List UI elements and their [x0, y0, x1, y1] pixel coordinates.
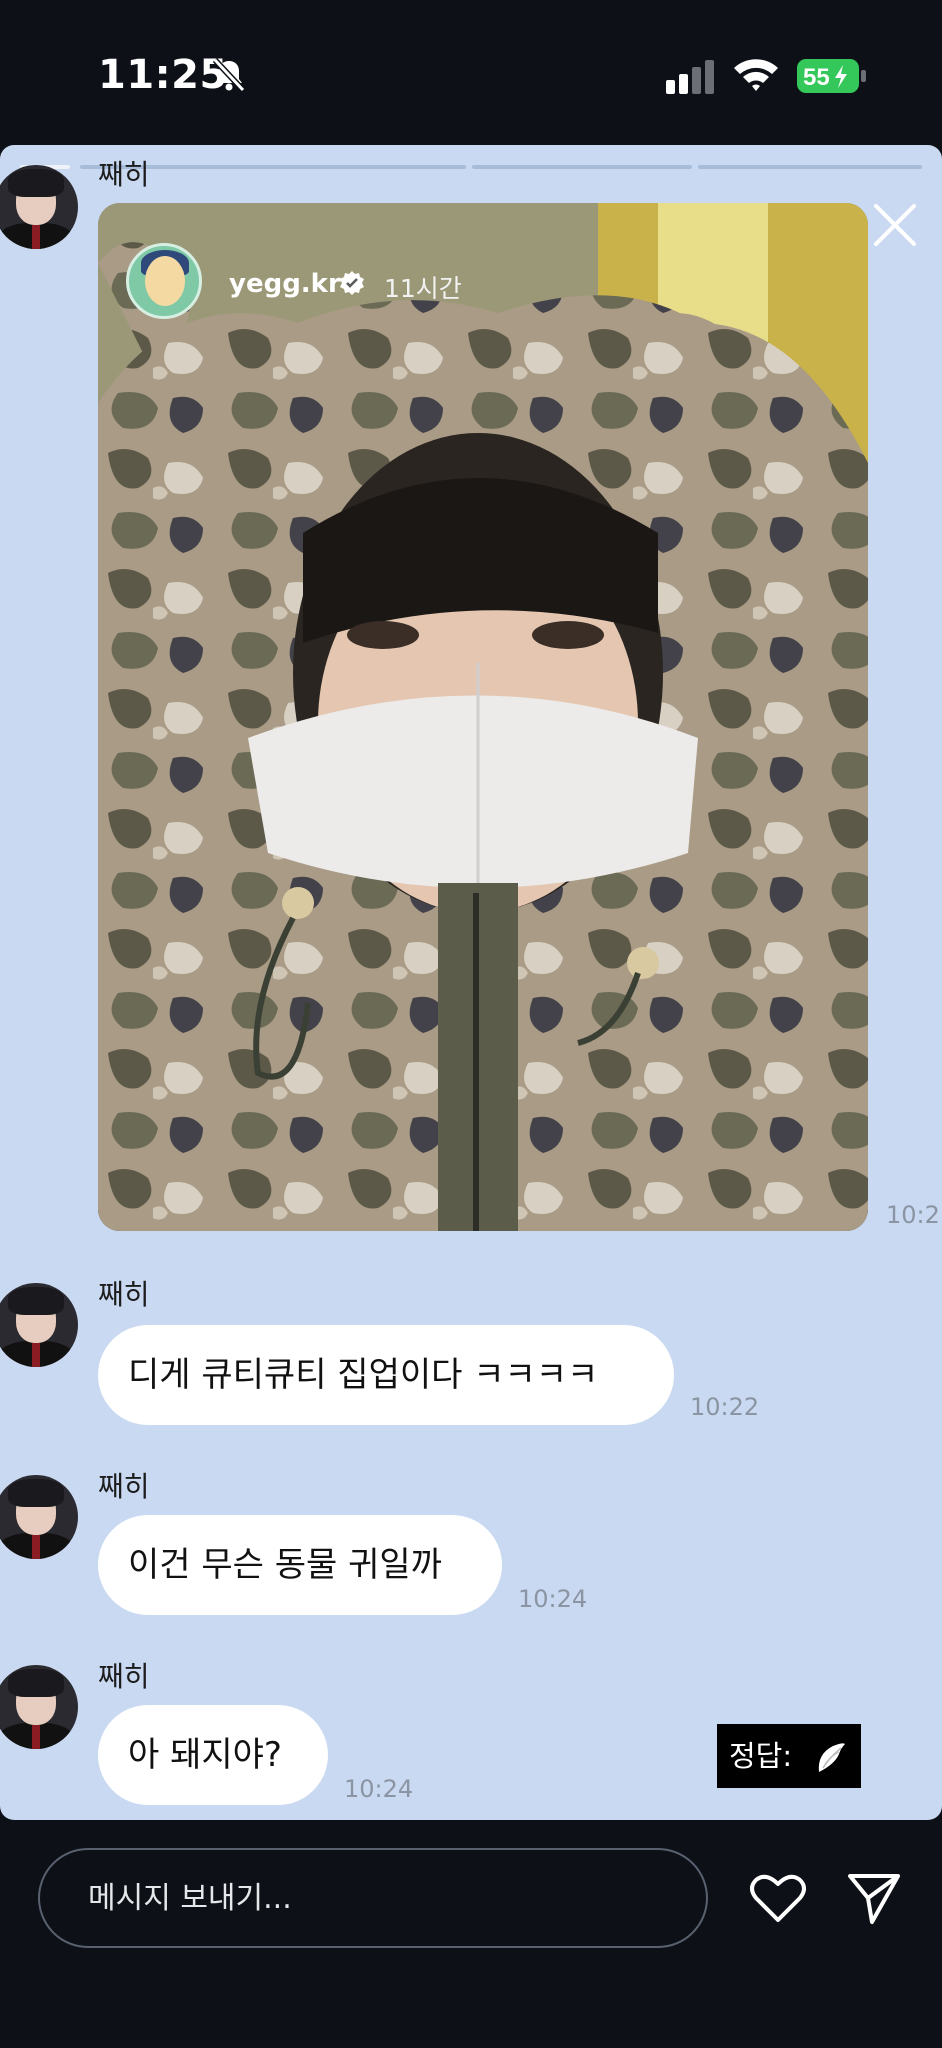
- close-icon[interactable]: [870, 200, 920, 250]
- story-progress-segment: [472, 165, 692, 169]
- story-progress-segment: [246, 165, 466, 169]
- sender-name: 째히: [98, 1278, 150, 1311]
- answer-caption: 정답:: [717, 1724, 861, 1788]
- camo-hoodie-photo: [98, 203, 868, 1231]
- heart-icon[interactable]: [750, 1872, 806, 1924]
- battery-level: 55: [803, 64, 830, 91]
- verified-badge-icon: [340, 271, 364, 295]
- message-composer: [0, 1820, 942, 2048]
- wifi-icon: [734, 59, 778, 91]
- message-bubble[interactable]: 디게 큐티큐티 집업이다 ㅋㅋㅋㅋ: [98, 1325, 674, 1425]
- story-card: 째히 yegg.kr 11시간 10:2 째히 디게 큐티큐티 집업이다 ㅋㅋㅋ…: [0, 145, 942, 1820]
- bell-slash-icon: [212, 57, 246, 93]
- message-time: 10:24: [344, 1775, 414, 1803]
- story-photo[interactable]: yegg.kr 11시간 •••: [98, 203, 868, 1231]
- story-owner-name[interactable]: yegg.kr: [229, 269, 341, 299]
- sender-avatar[interactable]: [0, 165, 78, 249]
- sender-avatar[interactable]: [0, 1283, 78, 1367]
- sender-avatar[interactable]: [0, 1665, 78, 1749]
- answer-label: 정답:: [729, 1739, 793, 1773]
- story-progress-segment: [698, 165, 922, 169]
- sender-name: 째히: [98, 1660, 150, 1693]
- message-bubble[interactable]: 아 돼지야?: [98, 1705, 328, 1805]
- dm-story-reply-screen: 11:25 55 째히 yegg.kr 11시간 10:2 째히 디게 큐티큐티…: [0, 0, 942, 2048]
- message-time: 10:2: [886, 1201, 940, 1229]
- send-icon[interactable]: [846, 1870, 902, 1926]
- status-bar: 11:25 55: [0, 0, 942, 145]
- battery-charging-icon: 55: [797, 59, 866, 93]
- message-input[interactable]: [38, 1848, 708, 1948]
- message-time: 10:22: [690, 1393, 760, 1421]
- story-owner-avatar[interactable]: [126, 243, 202, 319]
- angel-wing-icon: [818, 1743, 845, 1772]
- sender-avatar[interactable]: [0, 1475, 78, 1559]
- cellular-signal-icon: [666, 60, 714, 94]
- story-age: 11시간: [384, 274, 462, 303]
- message-time: 10:24: [518, 1585, 588, 1613]
- sender-name: 째히: [98, 158, 150, 191]
- message-bubble[interactable]: 이건 무슨 동물 귀일까: [98, 1515, 502, 1615]
- status-time: 11:25: [98, 52, 228, 98]
- sender-name: 째히: [98, 1470, 150, 1503]
